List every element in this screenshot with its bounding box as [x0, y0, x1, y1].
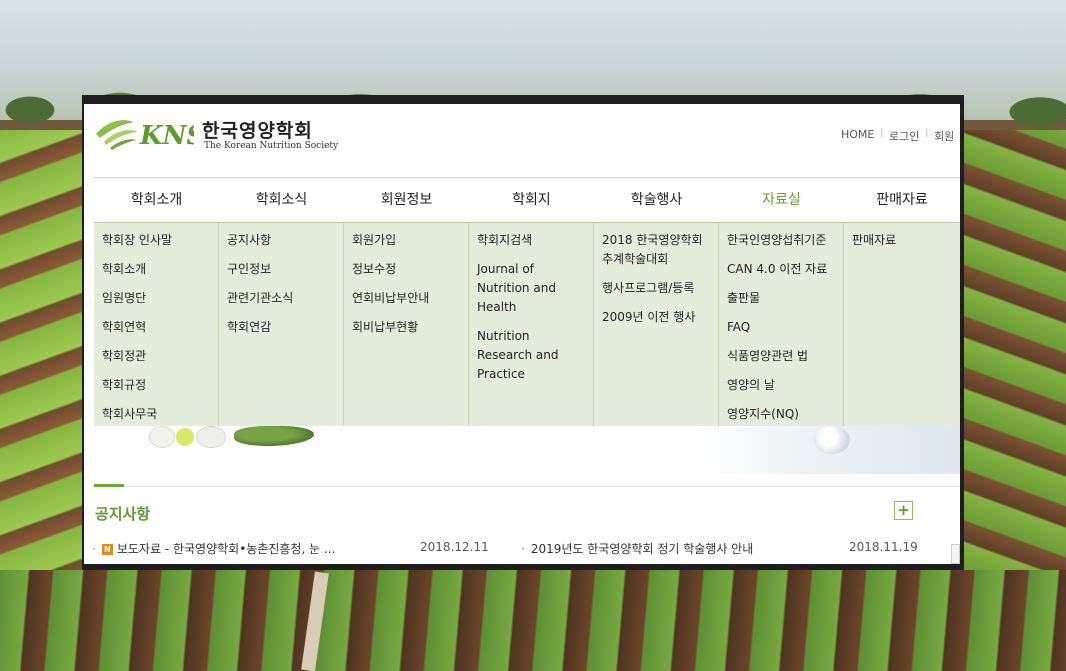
notice-item[interactable]: · N 보도자료 - 한국영양학회•농촌진흥청, 눈 ... [92, 540, 335, 557]
nav-item-news[interactable]: 학회소식 [219, 178, 344, 222]
banner-capsule-icon [176, 428, 194, 446]
submenu-item[interactable]: 학회연혁 [102, 318, 218, 337]
notice-section-title: 공지사항 [95, 505, 151, 523]
submenu-item[interactable]: 정보수정 [352, 260, 468, 279]
logo-mark-text: KNS [139, 121, 194, 151]
submenu-item[interactable]: 영양의 날 [727, 376, 843, 395]
util-link-join[interactable]: 회원 [934, 128, 954, 144]
submenu-column-sales: 판매자료 [844, 223, 960, 427]
bullet-icon: · [92, 542, 96, 556]
submenu-item[interactable]: 행사프로그램/등록 [602, 279, 710, 298]
website-window: KNS 한국영양학회 The Korean Nutrition Society … [82, 95, 964, 570]
crop-field-foreground [0, 570, 1066, 671]
submenu-item[interactable]: 판매자료 [852, 231, 960, 250]
submenu-column-journal: 학회지검색 Journal of Nutrition and Health Nu… [469, 223, 594, 427]
util-separator-icon: ǀ [880, 128, 884, 138]
nav-item-resources[interactable]: 자료실 [719, 178, 844, 222]
submenu-item[interactable]: 학회연감 [227, 318, 343, 337]
notice-item[interactable]: · 2019년도 한국영양학회 정기 학술행사 안내 [521, 540, 753, 557]
logo-korean-name: 한국영양학회 [202, 120, 313, 142]
submenu-column-membership: 회원가입 정보수정 연회비납부안내 회비납부현황 [344, 223, 469, 427]
nav-item-journal[interactable]: 학회지 [469, 178, 594, 222]
submenu-item[interactable]: 영양지수(NQ) [727, 405, 843, 424]
submenu-item[interactable]: 구인정보 [227, 260, 343, 279]
submenu-item[interactable]: CAN 4.0 이전 자료 [727, 260, 843, 279]
kns-leaf-logo-icon: KNS [96, 120, 194, 151]
nav-item-sales[interactable]: 판매자료 [844, 178, 960, 222]
new-badge-icon: N [101, 544, 113, 555]
notice-item-date: 2018.11.19 [849, 540, 918, 554]
submenu-item[interactable]: 한국인영양섭취기준 [727, 231, 843, 250]
submenu-item[interactable]: 출판물 [727, 289, 843, 308]
util-link-login[interactable]: 로그인 [889, 128, 919, 144]
submenu-item[interactable]: 학회규정 [102, 376, 218, 395]
util-separator-icon: ǀ [925, 128, 929, 138]
submenu-item[interactable]: 학회장 인사말 [102, 231, 218, 250]
submenu-column-news: 공지사항 구인정보 관련기관소식 학회연감 [219, 223, 344, 427]
notice-item-date: 2018.12.11 [420, 540, 489, 554]
submenu-item[interactable]: 2009년 이전 행사 [602, 308, 710, 327]
logo-english-name: The Korean Nutrition Society [204, 141, 339, 151]
submenu-item[interactable]: 회비납부현황 [352, 318, 468, 337]
submenu-item[interactable]: 학회소개 [102, 260, 218, 279]
notice-item-text: 보도자료 - 한국영양학회•농촌진흥청, 눈 ... [116, 542, 336, 556]
submenu-item[interactable]: 회원가입 [352, 231, 468, 250]
submenu-column-resources: 한국인영양섭취기준 CAN 4.0 이전 자료 출판물 FAQ 식품영양관련 법… [719, 223, 844, 427]
nav-item-events[interactable]: 학술행사 [594, 178, 719, 222]
util-link-home[interactable]: HOME [841, 128, 874, 144]
submenu-item[interactable]: 2018 한국영양학회 추계학술대회 [602, 231, 710, 269]
submenu-item[interactable]: 학회지검색 [477, 231, 585, 250]
submenu-column-events: 2018 한국영양학회 추계학술대회 행사프로그램/등록 2009년 이전 행사 [594, 223, 719, 427]
submenu-column-about: 학회장 인사말 학회소개 임원명단 학회연혁 학회정관 학회규정 학회사무국 [94, 223, 219, 427]
main-banner [94, 426, 960, 474]
banner-vegetable-icon [234, 426, 314, 446]
notice-item-text: 2019년도 한국영양학회 정기 학술행사 안내 [530, 542, 754, 556]
section-divider [94, 486, 960, 487]
submenu-item[interactable]: 임원명단 [102, 289, 218, 308]
submenu-item[interactable]: 관련기관소식 [227, 289, 343, 308]
scrollbar-handle[interactable] [951, 544, 960, 564]
section-tab-indicator [94, 484, 124, 487]
notice-more-button[interactable]: + [894, 501, 913, 520]
bullet-icon: · [521, 542, 525, 556]
site-header: KNS 한국영양학회 The Korean Nutrition Society … [84, 104, 960, 180]
submenu-item[interactable]: 학회정관 [102, 347, 218, 366]
banner-glass-icon [814, 426, 850, 454]
banner-bowl-icon [149, 426, 175, 448]
banner-plate-icon [196, 426, 226, 448]
nav-item-about[interactable]: 학회소개 [94, 178, 219, 222]
utility-links: HOME ǀ 로그인 ǀ 회원 [841, 128, 954, 144]
mega-menu-dropdown: 학회장 인사말 학회소개 임원명단 학회연혁 학회정관 학회규정 학회사무국 공… [94, 222, 960, 427]
submenu-item[interactable]: Journal of Nutrition and Health [477, 260, 585, 317]
submenu-item[interactable]: 식품영양관련 법 [727, 347, 843, 366]
site-logo[interactable]: KNS 한국영양학회 The Korean Nutrition Society [94, 114, 338, 154]
main-navigation: 학회소개 학회소식 회원정보 학회지 학술행사 자료실 판매자료 [94, 177, 960, 222]
submenu-item[interactable]: FAQ [727, 318, 843, 337]
nav-item-membership[interactable]: 회원정보 [344, 178, 469, 222]
submenu-item[interactable]: 학회사무국 [102, 405, 218, 424]
submenu-item[interactable]: 연회비납부안내 [352, 289, 468, 308]
submenu-item[interactable]: Nutrition Research and Practice [477, 327, 585, 384]
submenu-item[interactable]: 공지사항 [227, 231, 343, 250]
